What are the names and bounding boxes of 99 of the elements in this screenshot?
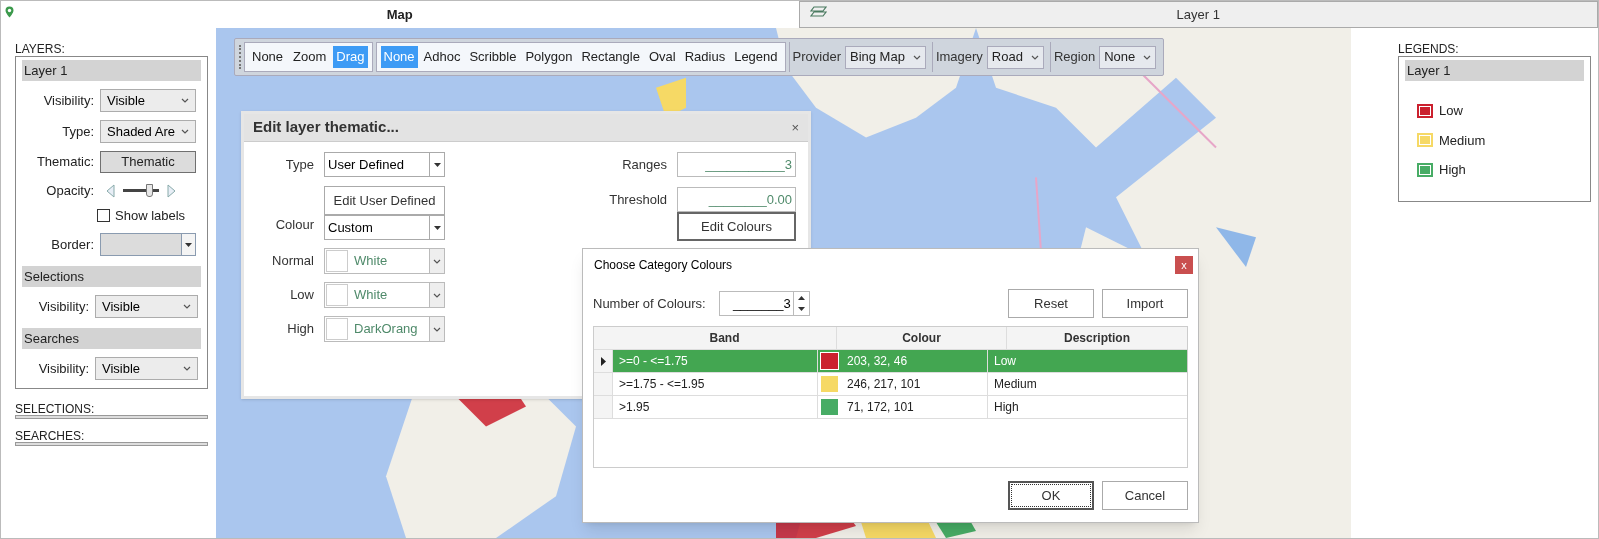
caret-icon: [181, 129, 189, 134]
field-label: Opacity:: [45, 182, 94, 200]
toolbar-dropdown[interactable]: Road: [986, 45, 1044, 69]
field-label: Visibility:: [37, 297, 89, 316]
table-cell: >=0 - <=1.75: [613, 350, 818, 372]
group-header: Selections: [22, 266, 201, 287]
toolbar-label: Provider: [792, 48, 841, 67]
group-header: Layer 1: [1405, 60, 1584, 81]
close-button[interactable]: ×: [791, 117, 799, 138]
dialog-title: Choose Category Colours: [594, 257, 733, 274]
tool-button[interactable]: Radius: [681, 46, 729, 68]
legend-label: Low: [1439, 102, 1463, 120]
section-heading: LEGENDS:: [1398, 41, 1460, 56]
group-header: Searches: [22, 328, 201, 349]
tool-button[interactable]: Legend: [731, 46, 781, 68]
layers-icon: [809, 6, 827, 18]
cancel-button[interactable]: Cancel: [1102, 481, 1188, 510]
reset-button[interactable]: Reset: [1008, 289, 1094, 318]
table-cell-text: High: [993, 399, 1020, 416]
row-pointer-icon: [600, 356, 606, 366]
field-label: Number of Colours:: [593, 294, 706, 313]
caret-icon: [433, 292, 441, 298]
colour-dropdown[interactable]: Custom: [324, 215, 445, 240]
checkbox[interactable]: [97, 208, 110, 222]
field-label: Type:: [61, 122, 94, 141]
table-row[interactable]: >1.95 71, 172, 101 High: [594, 396, 1187, 419]
tool-button[interactable]: None: [249, 46, 287, 68]
threshold-field[interactable]: ________0.00: [677, 187, 796, 212]
toolbar-label: Region: [1053, 48, 1096, 67]
colour-dropdown[interactable]: White: [324, 248, 445, 274]
colour-dropdown[interactable]: White: [324, 282, 445, 308]
section-heading: LAYERS:: [15, 41, 66, 56]
caret-icon: [912, 54, 921, 60]
caret-icon: [185, 242, 192, 247]
visibility-dropdown[interactable]: Visible: [100, 89, 196, 112]
ok-button[interactable]: OK: [1008, 481, 1094, 510]
tool-button[interactable]: Zoom: [290, 46, 330, 68]
tool-button[interactable]: Polygon: [522, 46, 576, 68]
ranges-field[interactable]: ___________3: [677, 152, 796, 177]
tool-button[interactable]: Rectangle: [578, 46, 643, 68]
table-cell: >1.95: [613, 396, 818, 418]
caret-icon: [183, 304, 191, 309]
table-cell-text: 203, 32, 46: [847, 353, 908, 370]
table-cell: >=1.75 - <=1.95: [613, 373, 818, 395]
section-heading: SEARCHES:: [15, 428, 86, 442]
tool-button[interactable]: Adhoc: [420, 46, 464, 68]
toolbar-label: Imagery: [935, 48, 983, 67]
close-button[interactable]: x: [1175, 256, 1193, 274]
map-pin-icon: [5, 6, 14, 18]
colour-dropdown[interactable]: DarkOrang: [324, 316, 445, 342]
dialog-title: Edit layer thematic...: [253, 117, 399, 138]
caret-icon: [183, 366, 191, 371]
section-heading: SELECTIONS:: [15, 401, 96, 415]
thematic-button[interactable]: Thematic: [100, 151, 196, 173]
toolbar-dropdown[interactable]: Bing Map: [844, 45, 926, 69]
column-header: Band: [613, 327, 837, 349]
tool-button[interactable]: Scribble: [466, 46, 520, 68]
caret-icon: [1030, 54, 1039, 60]
visibility-dropdown[interactable]: Visible: [95, 357, 198, 380]
field-label: Low: [289, 286, 314, 305]
table-cell-text: Medium: [993, 376, 1038, 393]
field-label: Type: [284, 155, 314, 174]
field-label: Ranges: [622, 155, 667, 174]
column-header: Colour: [837, 327, 1007, 349]
tab[interactable]: Layer 1: [798, 1, 1598, 28]
checkbox-label: Show labels: [115, 206, 186, 225]
group-header: Layer 1: [22, 60, 201, 81]
field-label: Visibility:: [42, 91, 94, 110]
number-field[interactable]: _______3: [718, 291, 810, 316]
caret-icon: [181, 98, 189, 103]
table-cell-text: 246, 217, 101: [847, 376, 921, 393]
edit-user-defined-button[interactable]: Edit User Defined: [324, 186, 445, 215]
caret-icon: [433, 162, 441, 167]
caret-icon: [1143, 54, 1152, 60]
table-row[interactable]: >=1.75 - <=1.95 246, 217, 101 Medium: [594, 373, 1187, 396]
toolbar-dropdown[interactable]: None: [1099, 45, 1157, 69]
field-label: Visibility:: [37, 359, 89, 378]
table-cell-text: 71, 172, 101: [847, 399, 914, 416]
type-dropdown[interactable]: User Defined: [324, 152, 445, 177]
field-label: Thematic:: [35, 153, 94, 172]
legend-label: Medium: [1439, 131, 1486, 150]
import-button[interactable]: Import: [1102, 289, 1188, 318]
tool-button[interactable]: Oval: [645, 46, 679, 68]
visibility-dropdown[interactable]: Visible: [95, 295, 198, 318]
field-label: Border:: [50, 235, 94, 254]
caret-icon: [433, 326, 441, 332]
column-header: Description: [1063, 330, 1131, 347]
field-label: High: [286, 320, 314, 339]
field-label: Threshold: [609, 190, 667, 209]
border-dropdown[interactable]: [100, 233, 196, 256]
table-cell-text: Low: [993, 353, 1017, 370]
opacity-slider[interactable]: [123, 183, 159, 198]
type-dropdown[interactable]: Shaded Are: [100, 120, 196, 143]
edit-colours-button[interactable]: Edit Colours: [677, 212, 796, 241]
caret-icon: [433, 258, 441, 264]
field-label: Colour: [274, 215, 314, 234]
field-label: Normal: [271, 252, 314, 271]
legend-label: High: [1439, 161, 1466, 179]
caret-icon: [433, 225, 441, 230]
